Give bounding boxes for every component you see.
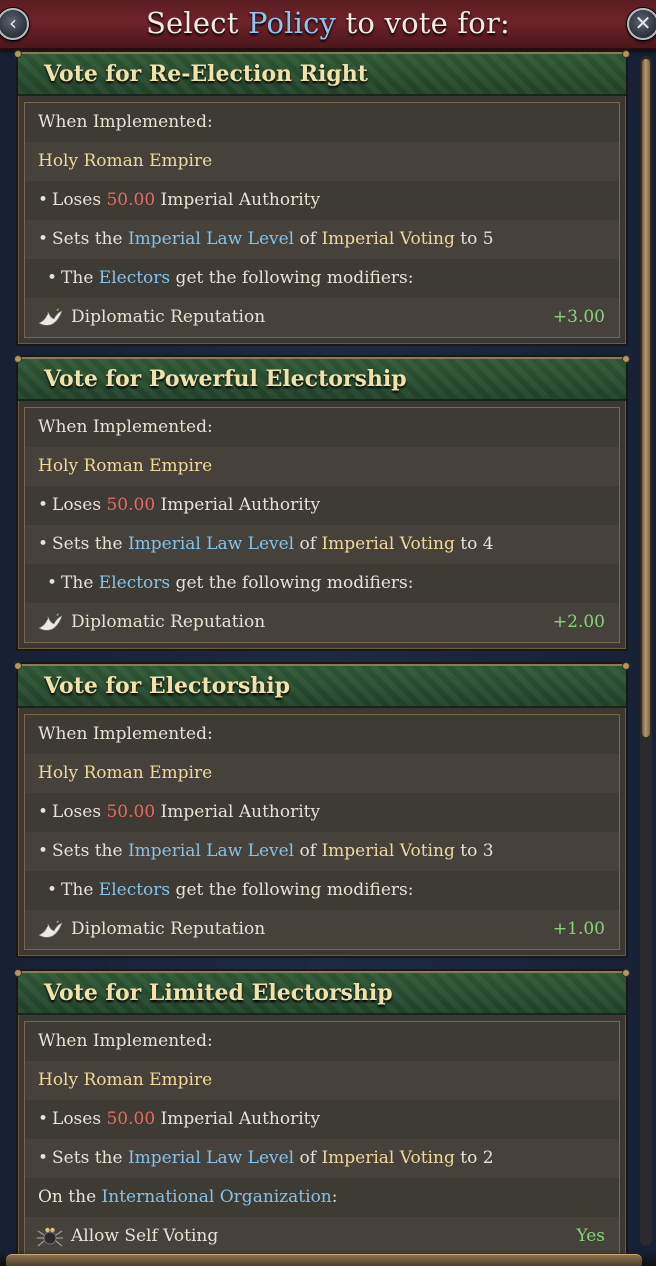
country-name: Holy Roman Empire: [25, 754, 619, 793]
imperial-law-level-link[interactable]: Imperial Law Level: [128, 229, 294, 249]
effect-loses-authority: • Loses 50.00 Imperial Authority: [38, 190, 321, 210]
country-name: Holy Roman Empire: [25, 447, 619, 486]
imperial-law-level-link[interactable]: Imperial Law Level: [128, 841, 294, 861]
modifier-value: +3.00: [552, 307, 605, 327]
country-name: Holy Roman Empire: [25, 1061, 619, 1100]
when-implemented-label: When Implemented:: [38, 112, 213, 132]
effect-loses-authority: • Loses 50.00 Imperial Authority: [38, 495, 321, 515]
policy-title: Vote for Re-Election Right: [44, 61, 368, 87]
spider-icon: [37, 1227, 63, 1246]
policy-card-electorship[interactable]: Vote for Electorship When Implemented: H…: [14, 662, 630, 958]
electors-link[interactable]: Electors: [99, 573, 170, 593]
policy-title: Vote for Powerful Electorship: [44, 366, 407, 392]
policy-card-header[interactable]: Vote for Re-Election Right: [14, 50, 630, 96]
electors-link[interactable]: Electors: [99, 880, 170, 900]
modifier-row: Diplomatic Reputation +1.00: [25, 910, 619, 949]
policy-card-limited-electorship[interactable]: Vote for Limited Electorship When Implem…: [14, 969, 630, 1265]
modifier-value: +1.00: [552, 919, 605, 939]
policy-effects: When Implemented: Holy Roman Empire • Los…: [24, 407, 620, 643]
policy-card-header[interactable]: Vote for Limited Electorship: [14, 969, 630, 1015]
policy-card-header[interactable]: Vote for Electorship: [14, 662, 630, 708]
modifier-name: Diplomatic Reputation: [71, 612, 266, 632]
effect-sets-law: • Sets the Imperial Law Level of Imperial…: [25, 220, 619, 259]
modifier-row: Diplomatic Reputation +3.00: [25, 298, 619, 337]
dove-icon: [38, 919, 63, 938]
window-title: Select Policy to vote for:: [145, 6, 510, 40]
effect-loses-authority: • Loses 50.00 Imperial Authority: [38, 802, 321, 822]
effect-electors: • The Electors get the following modifier…: [47, 573, 414, 593]
effect-electors: • The Electors get the following modifier…: [47, 880, 414, 900]
country-name: Holy Roman Empire: [25, 142, 619, 181]
dove-icon: [38, 307, 63, 326]
policy-effects: When Implemented: Holy Roman Empire • Los…: [24, 102, 620, 338]
policy-effects: When Implemented: Holy Roman Empire • Los…: [24, 1021, 620, 1257]
imperial-law-level-link[interactable]: Imperial Law Level: [128, 1148, 294, 1168]
international-organization-link[interactable]: International Organization: [102, 1187, 332, 1207]
self-voting-label: Allow Self Voting: [71, 1226, 219, 1246]
dove-icon: [38, 612, 63, 631]
title-bar: ‹ Select Policy to vote for: ✕: [0, 0, 656, 50]
when-implemented-label: When Implemented:: [38, 724, 213, 744]
close-icon: ✕: [634, 11, 652, 35]
when-implemented-label: When Implemented:: [38, 1031, 213, 1051]
modifier-value: +2.00: [552, 612, 605, 632]
policy-link[interactable]: Policy: [248, 6, 336, 40]
effect-sets-law: • Sets the Imperial Law Level of Imperial…: [25, 1139, 619, 1178]
policy-card-header[interactable]: Vote for Powerful Electorship: [14, 355, 630, 401]
scrollbar-thumb[interactable]: [641, 58, 651, 738]
imperial-law-level-link[interactable]: Imperial Law Level: [128, 534, 294, 554]
policy-title: Vote for Limited Electorship: [44, 980, 393, 1006]
bottom-frame: [6, 1254, 642, 1266]
electors-link[interactable]: Electors: [99, 268, 170, 288]
effect-loses-authority: • Loses 50.00 Imperial Authority: [38, 1109, 321, 1129]
when-implemented-label: When Implemented:: [38, 417, 213, 437]
effect-international-organization: On the International Organization:: [38, 1187, 338, 1207]
modifier-name: Diplomatic Reputation: [71, 919, 266, 939]
policy-card-re-election-right[interactable]: Vote for Re-Election Right When Implemen…: [14, 50, 630, 346]
vote-policy-window: ‹ Select Policy to vote for: ✕ Vote for …: [0, 0, 656, 1266]
effect-sets-law: • Sets the Imperial Law Level of Imperial…: [25, 525, 619, 564]
policy-title: Vote for Electorship: [44, 673, 290, 699]
modifier-row: Diplomatic Reputation +2.00: [25, 603, 619, 642]
policy-card-powerful-electorship[interactable]: Vote for Powerful Electorship When Imple…: [14, 355, 630, 651]
close-button[interactable]: ✕: [627, 8, 656, 40]
effect-electors: • The Electors get the following modifier…: [47, 268, 414, 288]
policy-effects: When Implemented: Holy Roman Empire • Los…: [24, 714, 620, 950]
modifier-name: Diplomatic Reputation: [71, 307, 266, 327]
effect-sets-law: • Sets the Imperial Law Level of Imperial…: [25, 832, 619, 871]
